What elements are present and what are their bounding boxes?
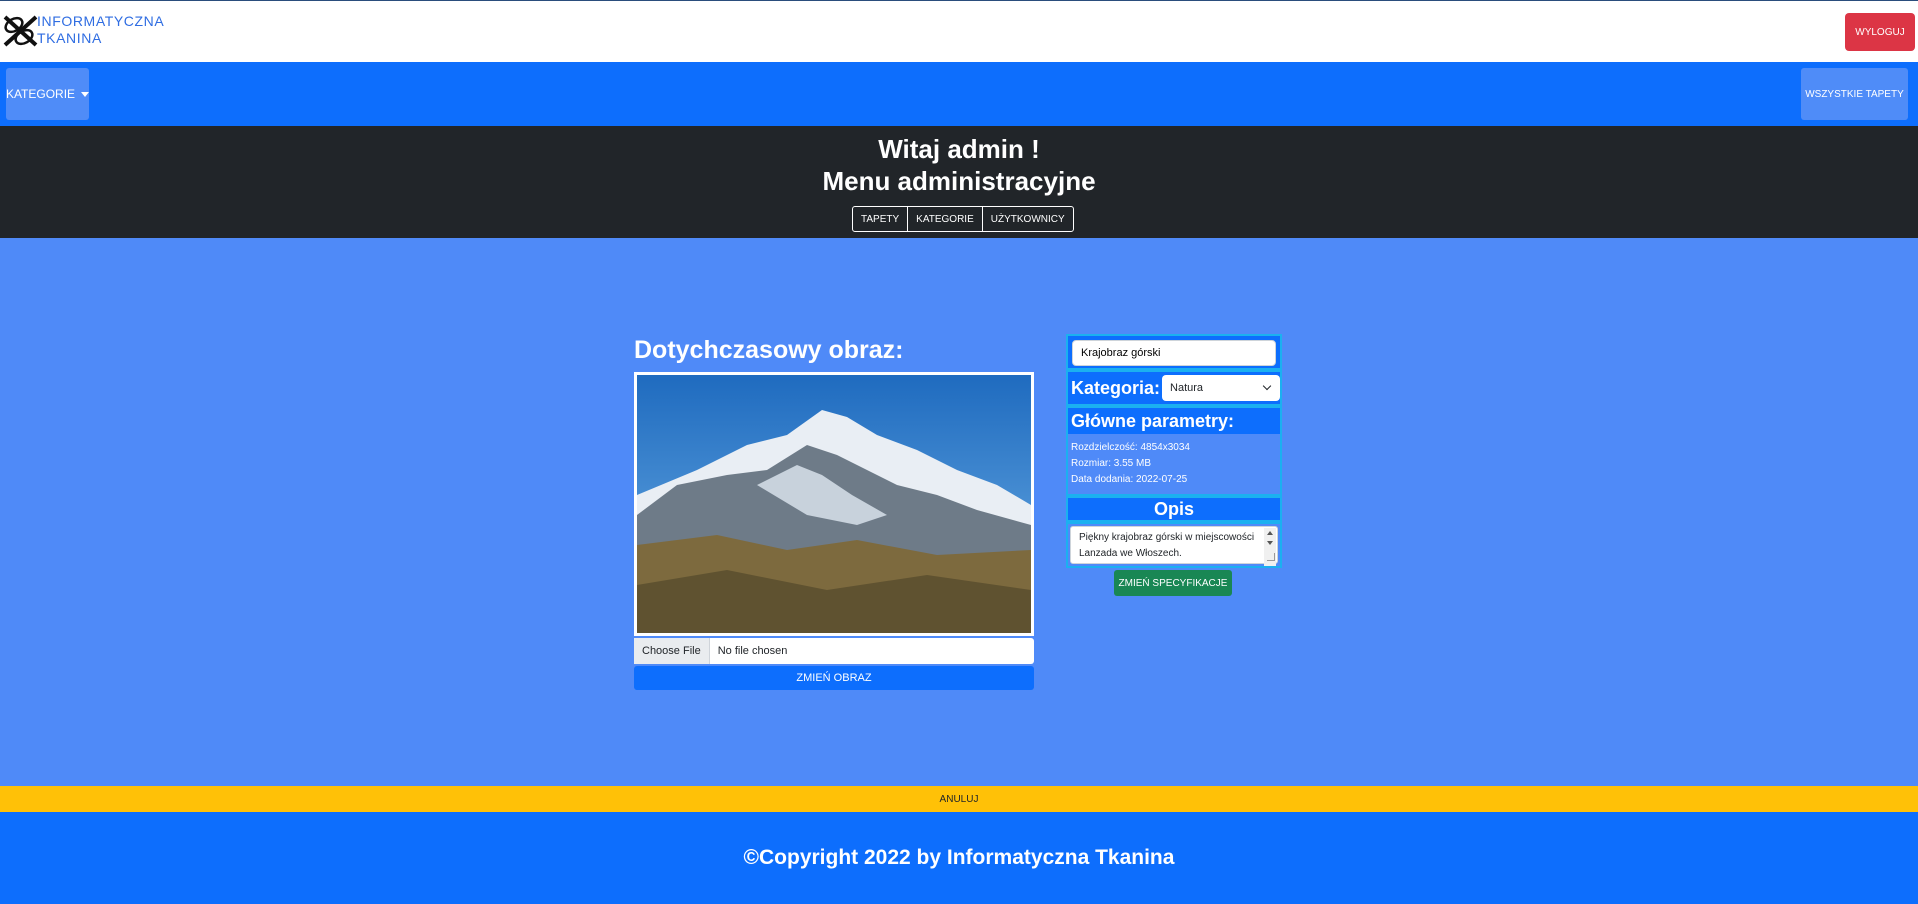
brand-name[interactable]: INFORMATYCZNA TKANINA: [37, 13, 164, 47]
logo-icon: [3, 15, 38, 47]
file-status-text: No file chosen: [717, 645, 788, 657]
chevron-down-icon: [1262, 381, 1272, 391]
admin-header: Witaj admin ! Menu administracyjne TAPET…: [0, 126, 1918, 238]
category-field-container: Kategoria: Natura: [1066, 370, 1282, 406]
name-field-container: [1066, 334, 1282, 370]
admin-tabs: TAPETY KATEGORIE UŻYTKOWNICY: [852, 206, 1074, 232]
date-added-text: Data dodania: 2022-07-25: [1071, 474, 1188, 485]
category-select-value: Natura: [1170, 382, 1204, 394]
logout-button[interactable]: WYLOGUJ: [1845, 13, 1915, 51]
description-title: Opis: [1066, 496, 1282, 522]
mountain-image: [637, 375, 1031, 633]
footer: ©Copyright 2022 by Informatyczna Tkanina: [0, 812, 1918, 904]
caret-down-icon: [81, 91, 90, 97]
all-wallpapers-button[interactable]: WSZYSTKIE TAPETY: [1801, 68, 1908, 120]
description-text: Piękny krajobraz górski w miejscowości L…: [1079, 532, 1255, 559]
scroll-down-icon[interactable]: [1267, 541, 1273, 545]
spec-panel: Kategoria: Natura Główne parametry: Rozd…: [1066, 334, 1282, 596]
categories-dropdown-button[interactable]: KATEGORIE: [5, 68, 90, 120]
current-wallpaper-image: [634, 372, 1034, 636]
tab-categories[interactable]: KATEGORIE: [908, 207, 983, 231]
resize-grip-icon[interactable]: [1267, 553, 1275, 561]
greeting-title: Witaj admin !: [878, 134, 1040, 164]
brand-line-1: INFORMATYCZNA: [37, 13, 165, 29]
main-params-container: Główne parametry: Rozdzielczość: 4854x30…: [1066, 406, 1282, 496]
description-container: Piękny krajobraz górski w miejscowości L…: [1066, 522, 1282, 568]
resolution-text: Rozdzielczość: 4854x3034: [1071, 442, 1190, 453]
choose-file-button[interactable]: Choose File: [634, 638, 710, 664]
file-input[interactable]: Choose File No file chosen: [634, 638, 1034, 664]
size-text: Rozmiar: 3.55 MB: [1071, 458, 1152, 469]
categories-dropdown-label: KATEGORIE: [5, 87, 76, 101]
category-select[interactable]: Natura: [1162, 375, 1280, 401]
change-image-button[interactable]: ZMIEŃ OBRAZ: [634, 666, 1034, 690]
main-params-title: Główne parametry:: [1068, 408, 1280, 434]
change-spec-button[interactable]: ZMIEŃ SPECYFIKACJE: [1114, 570, 1232, 596]
cancel-button[interactable]: ANULUJ: [0, 786, 1918, 812]
tab-wallpapers[interactable]: TAPETY: [853, 207, 909, 231]
scroll-up-icon[interactable]: [1267, 531, 1273, 535]
main-navbar: KATEGORIE WSZYSTKIE TAPETY: [0, 62, 1918, 126]
tab-users[interactable]: UŻYTKOWNICY: [983, 207, 1073, 231]
copyright-text: ©Copyright 2022 by Informatyczna Tkanina: [743, 846, 1175, 869]
params-list: Rozdzielczość: 4854x3034 Rozmiar: 3.55 M…: [1068, 434, 1280, 488]
description-textarea[interactable]: Piękny krajobraz górski w miejscowości L…: [1070, 526, 1278, 566]
current-image-label: Dotychczasowy obraz:: [634, 336, 904, 364]
category-label: Kategoria:: [1071, 377, 1161, 398]
top-header: INFORMATYCZNA TKANINA WYLOGUJ: [0, 0, 1918, 62]
admin-menu-title: Menu administracyjne: [822, 166, 1096, 196]
wallpaper-name-input[interactable]: [1072, 340, 1276, 366]
brand-line-2: TKANINA: [37, 30, 102, 46]
